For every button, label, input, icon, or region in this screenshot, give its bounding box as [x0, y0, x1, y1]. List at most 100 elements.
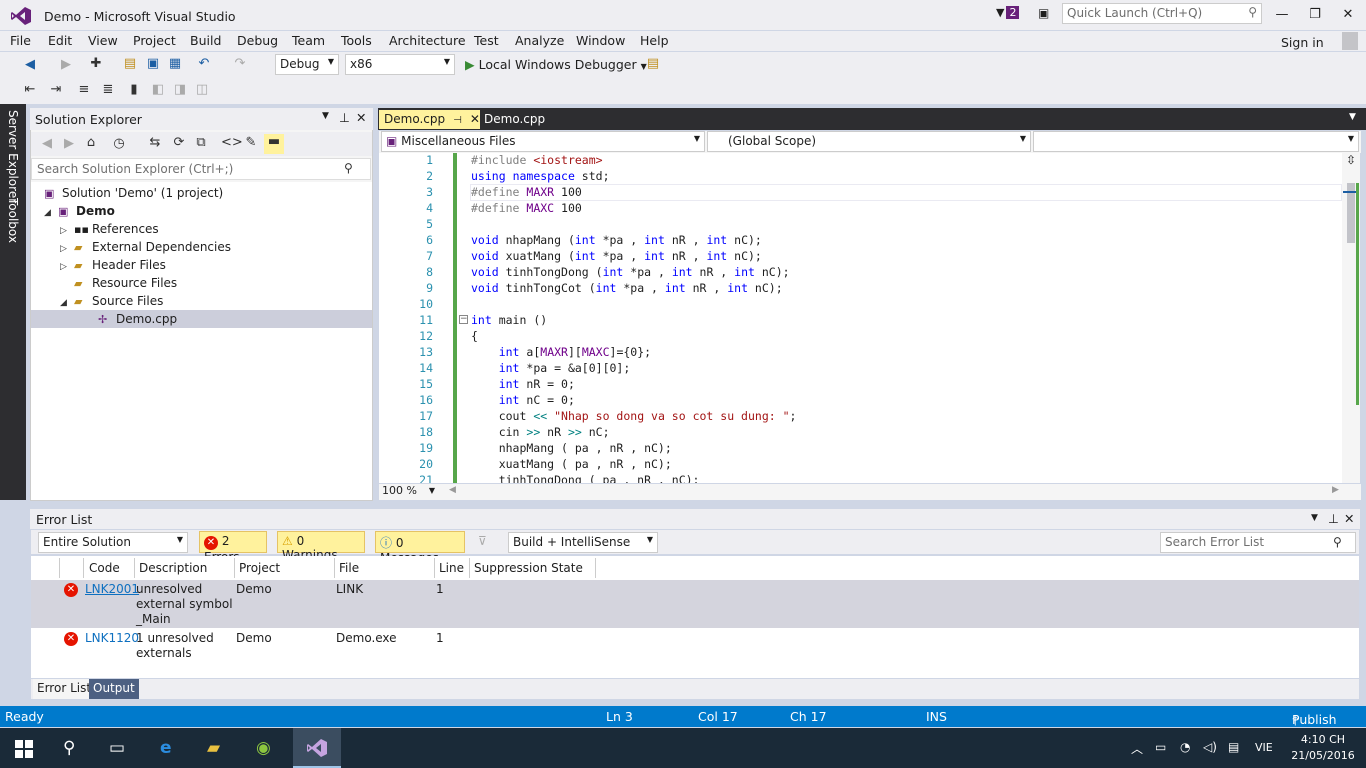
- tree-node-demo-cpp[interactable]: ✢ Demo.cpp: [98, 310, 177, 328]
- tree-node-project[interactable]: ◢ ▣ Demo: [44, 202, 115, 220]
- column-header-project[interactable]: Project: [239, 561, 280, 575]
- undo-icon[interactable]: ↶: [196, 56, 212, 71]
- scope-dropdown[interactable]: (Global Scope) ▼: [707, 131, 1031, 152]
- chevron-down-icon[interactable]: ▼: [1311, 513, 1318, 523]
- solution-search-input[interactable]: Search Solution Explorer (Ctrl+;) ⚲: [31, 158, 371, 180]
- warnings-filter-button[interactable]: ⚠ 0 Warnings: [277, 531, 365, 562]
- error-code-link[interactable]: LNK2001: [85, 582, 139, 597]
- restore-button[interactable]: ❐: [1300, 4, 1330, 26]
- back-icon[interactable]: ◀: [39, 136, 55, 151]
- comment-icon[interactable]: ≡: [76, 82, 92, 97]
- save-icon[interactable]: ▣: [145, 56, 161, 71]
- home-icon[interactable]: ⌂: [83, 135, 99, 150]
- scope-select[interactable]: Entire Solution ▼: [38, 532, 188, 553]
- pin-icon[interactable]: ⊥: [339, 110, 350, 125]
- outdent-icon[interactable]: ⇤: [22, 82, 38, 97]
- tree-node-resource-files[interactable]: ▰ Resource Files: [60, 274, 177, 292]
- tree-node-source-files[interactable]: ◢ ▰ Source Files: [60, 292, 163, 310]
- menu-test[interactable]: Test: [474, 33, 499, 48]
- table-row[interactable]: [31, 629, 1359, 663]
- refresh-icon[interactable]: ⟳: [171, 135, 187, 150]
- sign-in-link[interactable]: Sign in: [1281, 35, 1324, 50]
- solution-config-select[interactable]: Debug ▼: [275, 54, 339, 75]
- build-filter-select[interactable]: Build + IntelliSense ▼: [508, 532, 658, 553]
- clock[interactable]: 4:10 CH 21/05/2016: [1288, 732, 1358, 764]
- menu-edit[interactable]: Edit: [48, 33, 72, 48]
- split-icon[interactable]: ⇳: [1344, 153, 1358, 167]
- column-header-file[interactable]: File: [339, 561, 359, 575]
- close-icon[interactable]: ✕: [356, 110, 366, 125]
- toolbox-tab[interactable]: Toolbox: [6, 198, 20, 243]
- tree-node-solution[interactable]: ▣ Solution 'Demo' (1 project): [44, 184, 223, 202]
- column-header-line[interactable]: Line: [439, 561, 464, 575]
- menu-project[interactable]: Project: [133, 33, 176, 48]
- indent-icon[interactable]: ⇥: [48, 82, 64, 97]
- menu-help[interactable]: Help: [640, 33, 669, 48]
- preview-icon[interactable]: ▬: [264, 134, 284, 154]
- error-code-link[interactable]: LNK1120: [85, 631, 139, 646]
- uncomment-icon[interactable]: ≣: [100, 82, 116, 97]
- menu-view[interactable]: View: [88, 33, 118, 48]
- new-project-icon[interactable]: ✚: [88, 56, 104, 71]
- tree-node-external-deps[interactable]: ▷ ▰ External Dependencies: [60, 238, 231, 256]
- save-all-icon[interactable]: ▦: [167, 56, 183, 71]
- tab-demo-cpp[interactable]: Demo.cpp: [484, 110, 564, 129]
- column-header-suppression[interactable]: Suppression State: [474, 561, 583, 575]
- chevron-up-icon[interactable]: ︿: [1131, 740, 1143, 757]
- find-in-files-icon[interactable]: ▤: [645, 56, 661, 71]
- battery-icon[interactable]: ▭: [1155, 740, 1166, 754]
- chevron-down-icon[interactable]: ▼: [322, 111, 329, 121]
- pin-icon[interactable]: ⊣: [453, 115, 462, 126]
- quick-launch-input[interactable]: Quick Launch (Ctrl+Q) ⚲: [1062, 3, 1262, 24]
- file-explorer-icon[interactable]: ▰: [207, 738, 220, 758]
- messages-filter-button[interactable]: ⓘ 0 Messages: [375, 531, 465, 565]
- scroll-right-icon[interactable]: ▶: [1332, 485, 1339, 495]
- properties-icon[interactable]: ✎: [243, 135, 259, 150]
- errors-filter-button[interactable]: ✕ 2 Errors: [199, 531, 267, 564]
- project-dropdown[interactable]: ▣ Miscellaneous Files ▼: [381, 131, 705, 152]
- open-file-icon[interactable]: ▤: [122, 56, 138, 71]
- close-icon[interactable]: ✕: [1344, 511, 1354, 526]
- tab-error-list[interactable]: Error List: [33, 679, 96, 699]
- close-icon[interactable]: ✕: [470, 112, 480, 126]
- task-view-icon[interactable]: ▭: [109, 738, 125, 758]
- tree-node-references[interactable]: ▷ ▪▪ References: [60, 220, 159, 238]
- wifi-icon[interactable]: ◔: [1180, 740, 1190, 754]
- menu-file[interactable]: File: [10, 33, 31, 48]
- clear-filter-icon[interactable]: ⊽: [478, 534, 487, 548]
- bookmark-icon[interactable]: ▮: [126, 82, 142, 97]
- member-dropdown[interactable]: ▼: [1033, 131, 1359, 152]
- collapse-outline-icon[interactable]: −: [459, 315, 468, 324]
- tab-demo-cpp-active[interactable]: Demo.cpp ⊣ ✕: [379, 110, 480, 129]
- error-search-input[interactable]: Search Error List ⚲: [1160, 532, 1356, 553]
- chevron-down-icon[interactable]: ▼: [1349, 112, 1356, 122]
- view-code-icon[interactable]: <>: [221, 135, 243, 150]
- column-header-description[interactable]: Description: [139, 561, 207, 575]
- back-icon[interactable]: ◀: [22, 57, 38, 72]
- app-icon[interactable]: ◉: [256, 738, 271, 758]
- forward-icon[interactable]: ▶: [58, 57, 74, 72]
- code-editor[interactable]: 1 #include <iostream> 2 using namespace …: [379, 153, 1342, 483]
- tab-output[interactable]: Output: [89, 679, 139, 699]
- pin-icon[interactable]: ⊥: [1328, 511, 1339, 526]
- feedback-icon[interactable]: ▣: [1038, 6, 1049, 20]
- menu-architecture[interactable]: Architecture: [389, 33, 466, 48]
- prev-bookmark-icon[interactable]: ◧: [150, 82, 166, 97]
- server-explorer-tab[interactable]: Server Explorer: [6, 110, 20, 203]
- history-icon[interactable]: ◷: [111, 136, 127, 151]
- tree-node-header-files[interactable]: ▷ ▰ Header Files: [60, 256, 166, 274]
- sync-icon[interactable]: ⇆: [147, 135, 163, 150]
- solution-platform-select[interactable]: x86 ▼: [345, 54, 455, 75]
- zoom-select[interactable]: 100 % ▼: [379, 484, 439, 500]
- forward-icon[interactable]: ▶: [61, 136, 77, 151]
- column-header-code[interactable]: Code: [89, 561, 120, 575]
- menu-tools[interactable]: Tools: [341, 33, 372, 48]
- close-window-button[interactable]: ✕: [1333, 4, 1363, 26]
- search-icon[interactable]: ⚲: [63, 738, 75, 758]
- menu-build[interactable]: Build: [190, 33, 221, 48]
- language-indicator[interactable]: VIE: [1255, 741, 1273, 754]
- start-debugger-button[interactable]: ▶ Local Windows Debugger ▼: [465, 57, 647, 72]
- collapse-all-icon[interactable]: ⧉: [193, 135, 209, 150]
- menu-window[interactable]: Window: [576, 33, 625, 48]
- menu-analyze[interactable]: Analyze: [515, 33, 564, 48]
